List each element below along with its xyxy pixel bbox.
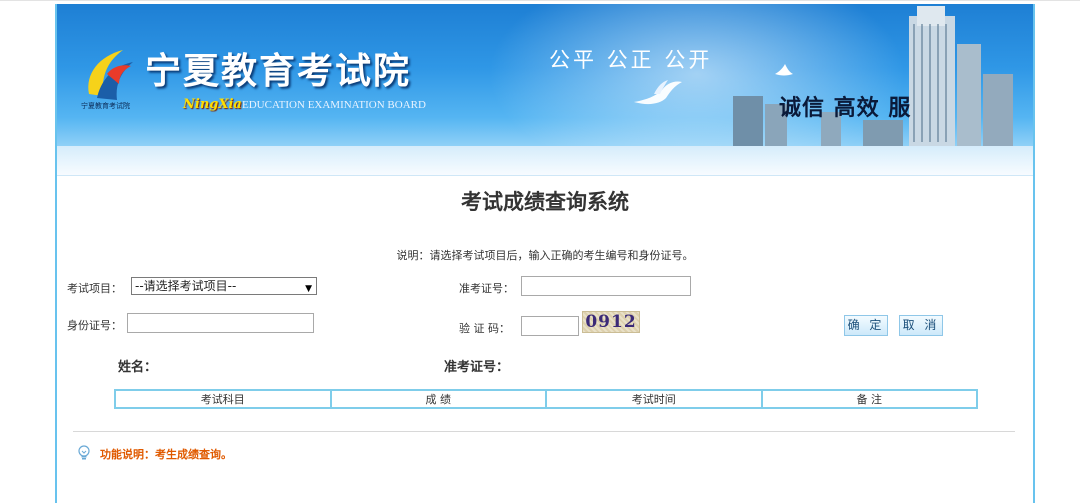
lightbulb-icon <box>78 445 90 460</box>
divider <box>73 431 1015 432</box>
ningxia-script: NingXia <box>183 97 242 112</box>
table-header-row: 考试科目 成 绩 考试时间 备 注 <box>114 389 978 409</box>
function-tip: 功能说明：考生成绩查询。 <box>100 448 232 461</box>
admission-number-label: 准考证号： <box>459 282 514 295</box>
page-title: 考试成绩查询系统 <box>461 190 629 214</box>
exam-item-select[interactable]: --请选择考试项目-- ▼ <box>131 277 317 295</box>
captcha-input[interactable] <box>521 316 579 336</box>
name-label: 姓名： <box>118 360 158 375</box>
slogan-integrity: 诚信 高效 服 <box>779 96 912 121</box>
dove-icon <box>634 80 682 105</box>
dropdown-arrow-icon: ▼ <box>305 284 312 294</box>
score-table: 考试科目 成 绩 考试时间 备 注 <box>114 389 978 409</box>
cancel-button[interactable]: 取 消 <box>899 315 943 336</box>
exam-item-selected: --请选择考试项目-- <box>135 279 237 293</box>
logo-small-text: 宁夏教育考试院 <box>81 102 130 110</box>
site-subtitle-en: EDUCATION EXAMINATION BOARD <box>242 99 426 111</box>
column-score: 成 绩 <box>329 389 547 409</box>
header-banner: 宁夏教育考试院 宁夏教育考试院 NingXia EDUCATION EXAMIN… <box>57 4 1033 146</box>
city-skyline-image <box>733 6 1013 146</box>
page-frame: 宁夏教育考试院 宁夏教育考试院 NingXia EDUCATION EXAMIN… <box>55 4 1035 503</box>
exam-item-label: 考试项目： <box>67 282 122 295</box>
captcha-label: 验 证 码： <box>459 322 510 335</box>
result-admission-label: 准考证号： <box>444 360 510 375</box>
column-subject: 考试科目 <box>114 389 332 409</box>
confirm-button[interactable]: 确 定 <box>844 315 888 336</box>
slogan-fair: 公平 公正 公开 <box>549 48 713 72</box>
captcha-image[interactable]: 0912 <box>582 311 640 333</box>
id-number-input[interactable] <box>127 313 314 333</box>
column-remarks: 备 注 <box>760 389 978 409</box>
column-exam-time: 考试时间 <box>545 389 763 409</box>
instruction-text: 说明：请选择考试项目后，输入正确的考生编号和身份证号。 <box>396 249 694 262</box>
admission-number-input[interactable] <box>521 276 691 296</box>
site-title: 宁夏教育考试院 <box>145 50 412 92</box>
header-strip <box>57 146 1033 176</box>
logo-icon <box>88 50 133 100</box>
id-number-label: 身份证号： <box>67 319 122 332</box>
